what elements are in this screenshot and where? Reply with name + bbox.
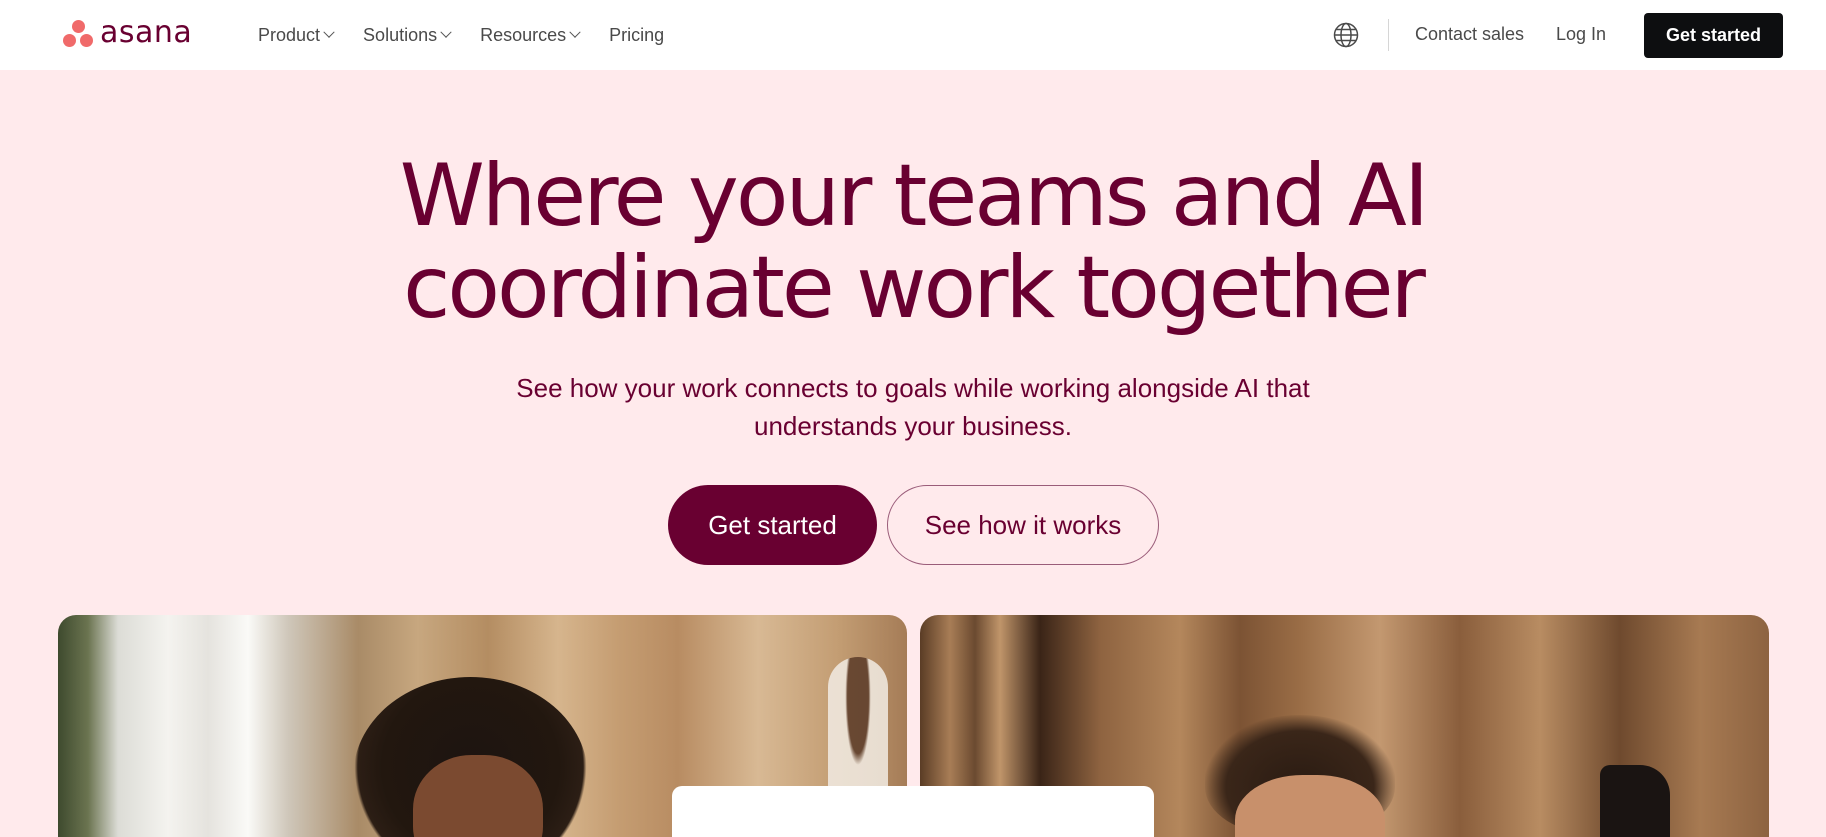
logo-wordmark: asana bbox=[100, 15, 193, 50]
hero-title: Where your teams and AI coordinate work … bbox=[0, 150, 1826, 334]
asana-logo[interactable]: asana bbox=[62, 18, 192, 48]
top-navigation-bar: asana Product Solutions Resources Pricin… bbox=[0, 0, 1826, 70]
hero-subtitle: See how your work connects to goals whil… bbox=[490, 369, 1336, 445]
hero-subtitle-line: See how your work connects to goals whil… bbox=[516, 373, 1310, 403]
hero-get-started-button[interactable]: Get started bbox=[668, 485, 877, 565]
nav-item-label: Resources bbox=[480, 24, 567, 45]
header-get-started-button[interactable]: Get started bbox=[1644, 13, 1783, 58]
asana-dots-icon bbox=[62, 18, 94, 48]
nav-item-pricing[interactable]: Pricing bbox=[609, 25, 664, 46]
main-nav: Product Solutions Resources Pricing bbox=[258, 0, 694, 70]
chevron-down-icon bbox=[440, 26, 452, 38]
desk-lamp bbox=[1600, 765, 1670, 837]
see-how-it-works-button[interactable]: See how it works bbox=[887, 485, 1159, 565]
hero-title-line: Where your teams and AI bbox=[399, 146, 1429, 246]
nav-item-label: Solutions bbox=[363, 24, 438, 45]
chevron-down-icon bbox=[323, 26, 335, 38]
hero-title-line: coordinate work together bbox=[403, 238, 1426, 338]
nav-item-solutions[interactable]: Solutions bbox=[363, 24, 452, 46]
nav-item-product[interactable]: Product bbox=[258, 24, 335, 46]
globe-icon[interactable] bbox=[1333, 22, 1359, 48]
hero-subtitle-line: understands your business. bbox=[754, 411, 1072, 441]
nav-item-label: Pricing bbox=[609, 24, 665, 45]
nav-item-label: Product bbox=[258, 24, 321, 45]
contact-sales-link[interactable]: Contact sales bbox=[1415, 24, 1524, 45]
login-link[interactable]: Log In bbox=[1556, 24, 1606, 45]
chevron-down-icon bbox=[569, 26, 581, 38]
nav-item-resources[interactable]: Resources bbox=[480, 24, 581, 46]
header-divider bbox=[1388, 19, 1389, 51]
product-preview-card bbox=[672, 786, 1154, 837]
